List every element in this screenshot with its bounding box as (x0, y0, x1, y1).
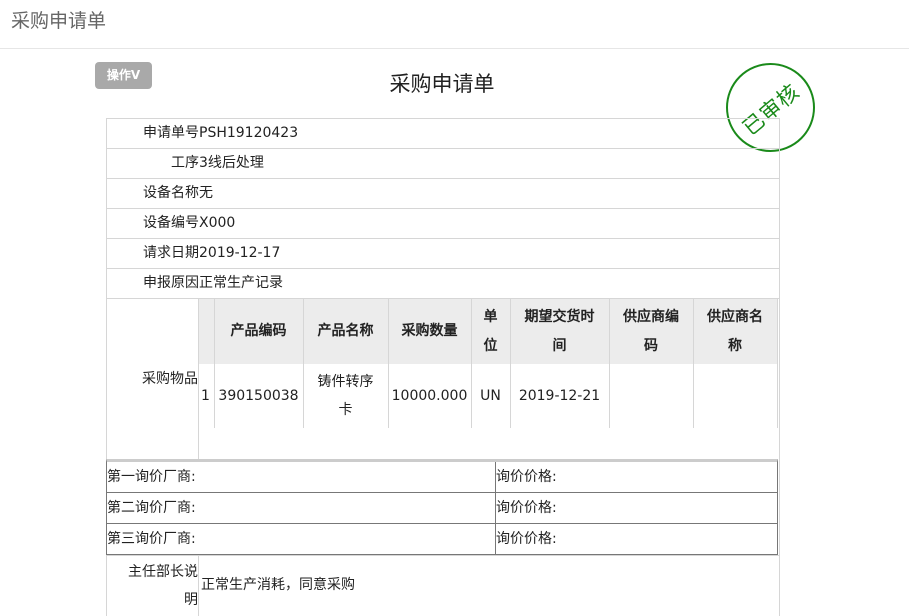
field-value: 无 (199, 185, 213, 201)
field-label: 设备编号 (143, 215, 199, 231)
field-row-process: 工序 3线后处理 (107, 148, 779, 178)
inquiry-row: 第一询价厂商: 询价价格: (107, 462, 777, 493)
inquiry-row: 第二询价厂商: 询价价格: (107, 493, 777, 524)
col-header-supplier-name: 供应商名称 (693, 299, 778, 364)
col-header-unit: 单位 (471, 299, 511, 364)
table-row: 1 390150038 铸件转序卡 10000.000 UN 2019-12-2… (199, 364, 778, 428)
form-title: 采购申请单 (389, 72, 495, 96)
cell-date: 2019-12-21 (510, 364, 610, 428)
page-header: 采购申请单 (0, 0, 909, 49)
cell-supplier-code (609, 364, 694, 428)
field-row-equipment-no: 设备编号 X000 (107, 208, 779, 238)
inquiry-price: 询价价格: (496, 469, 557, 485)
goods-header-row: 产品编码 产品名称 采购数量 单位 期望交货时间 供应商编码 供应商名称 (199, 299, 778, 364)
inquiry-price: 询价价格: (496, 500, 557, 516)
cell-index: 1 (199, 364, 215, 428)
col-header-name: 产品名称 (303, 299, 389, 364)
goods-table-wrap: 产品编码 产品名称 采购数量 单位 期望交货时间 供应商编码 供应商名称 1 3… (199, 299, 779, 459)
inquiry-vendor: 第一询价厂商: (107, 462, 496, 492)
field-row-reason: 申报原因 正常生产记录 (107, 268, 779, 298)
cell-supplier-name (693, 364, 778, 428)
field-row-request-date: 请求日期 2019-12-17 (107, 238, 779, 268)
field-value: X000 (199, 215, 236, 231)
goods-table: 产品编码 产品名称 采购数量 单位 期望交货时间 供应商编码 供应商名称 1 3… (199, 299, 778, 428)
field-label: 设备名称 (143, 185, 199, 201)
field-label: 请求日期 (143, 245, 199, 261)
field-value: 2019-12-17 (199, 245, 281, 261)
cell-qty: 10000.000 (388, 364, 472, 428)
goods-label: 采购物品 (107, 299, 199, 459)
supervisor-note-row: 主任部长说明 正常生产消耗，同意采购 (107, 555, 779, 616)
page-title: 采购申请单 (11, 10, 107, 32)
col-header-code: 产品编码 (214, 299, 304, 364)
field-row-request-no: 申请单号 PSH19120423 (107, 118, 779, 148)
field-label: 申报原因 (143, 275, 199, 291)
col-header-supplier-code: 供应商编码 (609, 299, 694, 364)
purchase-form: 申请单号 PSH19120423 工序 3线后处理 设备名称 无 设备编号 X0… (106, 118, 780, 616)
cell-code: 390150038 (214, 364, 304, 428)
field-label: 工序 (171, 155, 199, 171)
inquiry-price: 询价价格: (496, 531, 557, 547)
inquiry-vendor: 第三询价厂商: (107, 524, 496, 554)
field-value: 3线后处理 (199, 155, 264, 171)
cell-name: 铸件转序卡 (303, 364, 389, 428)
col-header-date: 期望交货时间 (510, 299, 610, 364)
cell-unit: UN (471, 364, 511, 428)
col-header-index (199, 299, 215, 364)
supervisor-note-value: 正常生产消耗，同意采购 (201, 577, 355, 593)
supervisor-note-label: 主任部长说明 (107, 556, 199, 616)
field-row-equipment-name: 设备名称 无 (107, 178, 779, 208)
field-value: 正常生产记录 (199, 275, 283, 291)
inquiry-vendor: 第二询价厂商: (107, 493, 496, 523)
col-header-qty: 采购数量 (388, 299, 472, 364)
inquiry-row: 第三询价厂商: 询价价格: (107, 524, 777, 554)
field-value: PSH19120423 (199, 125, 299, 141)
inquiry-table: 第一询价厂商: 询价价格: 第二询价厂商: 询价价格: 第三询价厂商: 询价价格… (106, 459, 778, 555)
goods-row: 采购物品 产品编码 产品名称 采购数量 单位 期望交货时间 供应商编码 供应商名… (107, 298, 779, 459)
field-label: 申请单号 (143, 125, 199, 141)
